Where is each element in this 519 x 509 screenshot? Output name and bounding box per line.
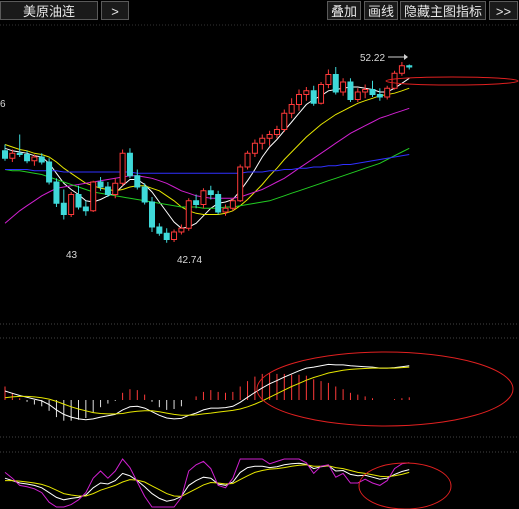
candle-body [163, 232, 170, 240]
candle-body [16, 152, 23, 155]
candle-body [193, 200, 200, 205]
panel-grid [0, 24, 519, 453]
candle-body [229, 200, 236, 209]
candle-body [288, 104, 295, 114]
candle-body [369, 89, 376, 95]
annotations [256, 54, 519, 509]
draw-line-button[interactable]: 画线 [364, 1, 398, 20]
candle-body [207, 190, 214, 195]
candle-body [82, 206, 89, 212]
ma-line [4, 87, 410, 215]
annotation-ellipse-kdj [358, 462, 452, 509]
candle-body [2, 150, 8, 159]
candle-body [281, 112, 288, 130]
candle-body [24, 154, 31, 162]
high-marker-arrow [404, 54, 408, 60]
hide-indicator-button[interactable]: 隐藏主图指标 [400, 1, 486, 20]
candle-body [141, 186, 148, 203]
candle-body [156, 226, 163, 234]
candle-body [362, 89, 369, 93]
macd-dea-line [4, 366, 410, 416]
toolbar: 美原油连 > 叠加 画线 隐藏主图指标 >> [0, 0, 519, 22]
candle-body [171, 231, 178, 240]
candle-body [244, 152, 251, 168]
macd-dif-line [4, 363, 410, 421]
macd-panel [4, 363, 410, 421]
annotation-ellipse-macd [256, 351, 514, 427]
candle-body [68, 194, 75, 215]
candle-body [31, 156, 38, 162]
candle-body [266, 134, 273, 139]
candle-body [53, 181, 60, 204]
candle-body [398, 65, 405, 74]
candle-body [222, 207, 229, 213]
more-button[interactable]: >> [489, 1, 518, 20]
ma-line [4, 147, 410, 209]
candle-body [119, 152, 126, 184]
candle-body [126, 152, 133, 177]
futures-chart[interactable]: 6 52.22 43 42.74 [0, 0, 519, 509]
candle-body [149, 201, 155, 228]
candle-body [215, 194, 222, 213]
candle-body [112, 182, 119, 195]
price-label-high: 52.22 [360, 53, 385, 64]
candle-body [406, 65, 413, 68]
candle-body [38, 156, 45, 163]
candle-body [75, 194, 82, 208]
candle-body [9, 152, 16, 159]
overlay-button[interactable]: 叠加 [327, 1, 361, 20]
candle-body [347, 81, 354, 100]
price-label-low1: 43 [66, 250, 78, 261]
candlesticks [2, 62, 413, 243]
candle-body [318, 84, 325, 104]
candle-body [354, 91, 361, 100]
price-label-low2: 42.74 [177, 255, 202, 266]
candle-body [97, 181, 104, 188]
candle-body [90, 181, 97, 212]
candle-body [325, 74, 332, 85]
candle-body [310, 90, 317, 104]
candle-body [391, 72, 398, 89]
candle-body [384, 87, 391, 98]
candle-body [376, 94, 383, 98]
candle-body [303, 90, 310, 95]
candle-body [200, 190, 207, 205]
candle-body [237, 166, 244, 202]
candle-body [273, 129, 280, 135]
candle-body [134, 175, 141, 188]
kdj-panel [4, 458, 410, 508]
kdj-k-line [4, 462, 410, 502]
candle-body [60, 202, 67, 215]
candle-body [332, 74, 339, 93]
candle-body [259, 137, 266, 144]
candle-body [251, 142, 258, 154]
candle-body [104, 186, 111, 195]
candle-body [296, 94, 302, 105]
candle-body [185, 200, 192, 229]
ma-line [5, 154, 410, 174]
candle-body [178, 227, 185, 233]
next-instrument-button[interactable]: > [101, 1, 129, 20]
price-label-left: 6 [0, 99, 6, 110]
candle-body [340, 81, 347, 93]
candle-body [46, 161, 53, 183]
instrument-selector[interactable]: 美原油连 [0, 1, 98, 20]
